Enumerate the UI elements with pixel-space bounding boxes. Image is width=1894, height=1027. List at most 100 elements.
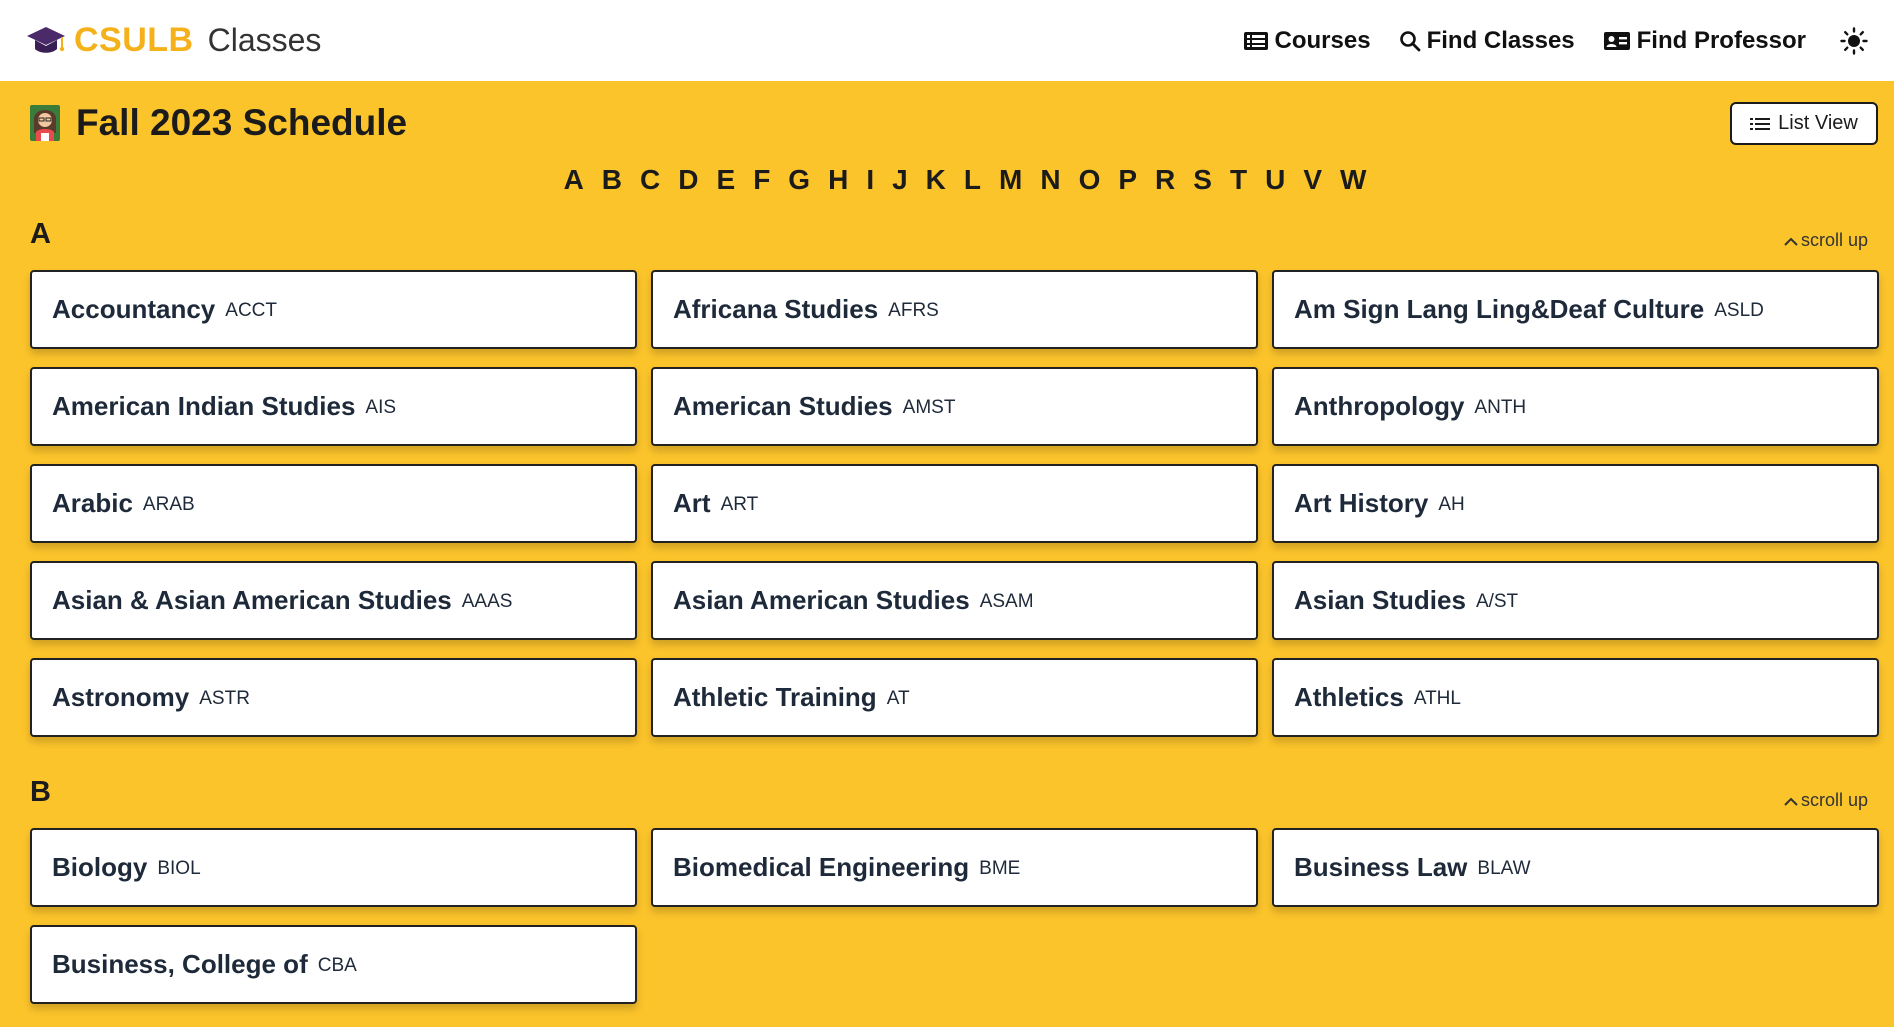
- subject-code: CBA: [317, 954, 357, 976]
- subject-name: American Indian Studies: [52, 391, 356, 421]
- alphabet-link-m[interactable]: M: [990, 164, 1031, 196]
- subject-card[interactable]: Asian Studies A/ST: [1272, 561, 1879, 640]
- sun-icon[interactable]: [1840, 26, 1868, 55]
- chevron-up-icon: [1784, 797, 1798, 806]
- subject-code: BME: [979, 857, 1021, 879]
- alphabet-link-w[interactable]: W: [1331, 164, 1375, 196]
- alphabet-link-k[interactable]: K: [917, 164, 955, 196]
- subject-code: ACCT: [225, 299, 277, 321]
- subject-code: AH: [1438, 493, 1465, 515]
- subject-code: AMST: [902, 396, 956, 418]
- nav-courses-link[interactable]: Courses: [1243, 27, 1371, 55]
- nav-find-classes-label: Find Classes: [1426, 26, 1575, 54]
- subject-card[interactable]: Accountancy ACCT: [30, 270, 637, 349]
- subject-name: Am Sign Lang Ling&Deaf Culture: [1294, 294, 1705, 324]
- scroll-up-label: scroll up: [1800, 230, 1868, 250]
- subject-card[interactable]: Athletic Training AT: [651, 658, 1258, 737]
- alphabet-letters: ABCDEFGHIJKLMNOPRSTUVW: [555, 164, 1376, 196]
- brand-subtitle: Classes: [207, 22, 322, 58]
- subject-card[interactable]: Arabic ARAB: [30, 464, 637, 543]
- subject-name: Anthropology: [1294, 391, 1465, 421]
- subject-card[interactable]: Anthropology ANTH: [1272, 367, 1879, 446]
- subject-code: ASLD: [1714, 299, 1764, 321]
- subject-code: ATHL: [1413, 687, 1461, 709]
- subject-name: Art History: [1294, 488, 1429, 518]
- subject-name: Arabic: [52, 488, 133, 518]
- alphabet-link-i[interactable]: I: [857, 164, 883, 196]
- subject-card[interactable]: Africana Studies AFRS: [651, 270, 1258, 349]
- subject-name: Asian American Studies: [673, 585, 970, 615]
- subject-card[interactable]: Am Sign Lang Ling&Deaf Culture ASLD: [1272, 270, 1879, 349]
- subject-card[interactable]: Business, College of CBA: [30, 925, 637, 1004]
- alphabet-link-f[interactable]: F: [744, 164, 779, 196]
- nav-find-professor-label: Find Professor: [1636, 26, 1806, 54]
- alphabet-link-s[interactable]: S: [1184, 164, 1221, 196]
- subject-name: Athletics: [1294, 682, 1404, 712]
- subject-card[interactable]: Asian American Studies ASAM: [651, 561, 1258, 640]
- subject-name: Business Law: [1294, 852, 1468, 882]
- section-letter: B: [30, 776, 51, 808]
- section-letter: A: [30, 218, 51, 250]
- nav-links: Courses Find Classes Find Professor: [1243, 27, 1868, 55]
- alphabet-link-h[interactable]: H: [819, 164, 857, 196]
- subject-code: AIS: [365, 396, 397, 418]
- list-view-label: List View: [1778, 112, 1858, 134]
- subject-name: Athletic Training: [673, 682, 877, 712]
- scroll-up-label: scroll up: [1800, 790, 1868, 810]
- alphabet-link-t[interactable]: T: [1221, 164, 1256, 196]
- alphabet-link-d[interactable]: D: [669, 164, 707, 196]
- subject-name: Asian & Asian American Studies: [52, 585, 452, 615]
- subject-code: A/ST: [1475, 590, 1519, 612]
- graduation-cap-icon: [27, 26, 65, 53]
- subject-name: Africana Studies: [673, 294, 879, 324]
- list-icon: [1750, 117, 1771, 130]
- subject-name: Biomedical Engineering: [673, 852, 970, 882]
- subject-card[interactable]: Athletics ATHL: [1272, 658, 1879, 737]
- subject-card[interactable]: American Studies AMST: [651, 367, 1258, 446]
- subject-card[interactable]: Business Law BLAW: [1272, 828, 1879, 907]
- alphabet-link-c[interactable]: C: [631, 164, 669, 196]
- subject-card[interactable]: Biomedical Engineering BME: [651, 828, 1258, 907]
- subject-card[interactable]: Biology BIOL: [30, 828, 637, 907]
- subject-name: Asian Studies: [1294, 585, 1466, 615]
- subject-card[interactable]: American Indian Studies AIS: [30, 367, 637, 446]
- alphabet-link-u[interactable]: U: [1256, 164, 1294, 196]
- alphabet-link-j[interactable]: J: [883, 164, 917, 196]
- id-card-icon: [1603, 31, 1630, 50]
- alphabet-link-n[interactable]: N: [1031, 164, 1069, 196]
- scroll-up-link[interactable]: scroll up: [1783, 230, 1868, 251]
- alphabet-link-b[interactable]: B: [593, 164, 631, 196]
- alphabet-link-a[interactable]: A: [555, 164, 593, 196]
- list-view-button[interactable]: List View: [1730, 102, 1878, 145]
- subject-code: ASTR: [199, 687, 250, 709]
- scroll-up-link[interactable]: scroll up: [1783, 790, 1868, 811]
- subject-card[interactable]: Art History AH: [1272, 464, 1879, 543]
- alphabet-link-r[interactable]: R: [1146, 164, 1184, 196]
- subject-code: AT: [886, 687, 910, 709]
- nav-find-professor-link[interactable]: Find Professor: [1603, 27, 1806, 55]
- alphabet-link-o[interactable]: O: [1070, 164, 1110, 196]
- subject-grid: Biology BIOL Biomedical Engineering BME Busi…: [30, 828, 1879, 1004]
- subject-card[interactable]: Asian & Asian American Studies AAAS: [30, 561, 637, 640]
- nav-find-classes-link[interactable]: Find Classes: [1399, 27, 1575, 55]
- nav-courses-label: Courses: [1274, 26, 1371, 54]
- subject-card[interactable]: Art ART: [651, 464, 1258, 543]
- alphabet-link-e[interactable]: E: [708, 164, 745, 196]
- brand-logo-link[interactable]: CSULB Classes: [26, 21, 321, 60]
- subject-card[interactable]: Astronomy ASTR: [30, 658, 637, 737]
- subject-code: AFRS: [888, 299, 939, 321]
- subject-code: AAAS: [461, 590, 513, 612]
- subject-code: ANTH: [1474, 396, 1527, 418]
- page-header: Fall 2023 Schedule: [28, 102, 407, 144]
- top-navbar: CSULB Classes Courses Find Classes Find …: [0, 0, 1894, 81]
- subject-code: ARAB: [142, 493, 195, 515]
- alphabet-link-g[interactable]: G: [779, 164, 819, 196]
- alphabet-link-p[interactable]: P: [1109, 164, 1146, 196]
- subject-code: ASAM: [979, 590, 1034, 612]
- alphabet-link-l[interactable]: L: [955, 164, 990, 196]
- alphabet-link-v[interactable]: V: [1294, 164, 1331, 196]
- subject-name: Accountancy: [52, 294, 216, 324]
- subject-name: Art: [673, 488, 711, 518]
- subject-name: Biology: [52, 852, 148, 882]
- page-title: Fall 2023 Schedule: [76, 102, 408, 143]
